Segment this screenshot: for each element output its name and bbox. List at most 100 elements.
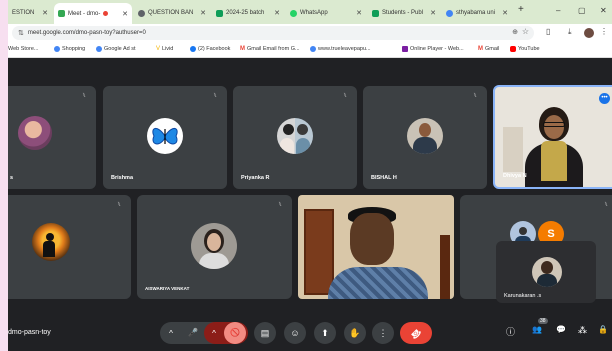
- tab-students[interactable]: Students - Publ ✕: [368, 4, 440, 22]
- participant-tile[interactable]: ⑊ s: [8, 86, 96, 189]
- participant-face: [350, 213, 394, 265]
- bookmarks-bar: Web Store... Shopping Google Ad st V Livi…: [8, 42, 612, 58]
- bookmark-item[interactable]: M Gmail: [478, 46, 499, 52]
- google-icon: [96, 46, 102, 52]
- participant-tile[interactable]: ⑊ Brishma: [103, 86, 227, 189]
- tab-question-bank[interactable]: QUESTION BAN ✕: [134, 4, 210, 22]
- tab-bar: ESTION ✕ Meet - dmo- ✕ QUESTION BAN ✕ 2024…: [8, 0, 612, 24]
- bookmark-label: Google Ad st: [104, 46, 136, 52]
- bookmark-item[interactable]: www.trueleavepapu...: [310, 46, 371, 52]
- profile-avatar[interactable]: [584, 28, 594, 38]
- maximize-button[interactable]: ▢: [578, 6, 586, 15]
- tab-label: QUESTION BAN: [148, 10, 194, 16]
- participant-tile[interactable]: ⑊: [8, 195, 131, 299]
- raise-hand-icon: ✋: [349, 327, 361, 338]
- participant-name: s: [10, 175, 14, 181]
- participant-tile-active-speaker[interactable]: ••• Dhivya N: [493, 85, 612, 189]
- tab-close-icon[interactable]: ✕: [274, 9, 280, 17]
- tab-label: WhatsApp: [300, 10, 328, 16]
- extensions-icon[interactable]: ⊕: [512, 28, 518, 36]
- tab-whatsapp[interactable]: WhatsApp ✕: [286, 4, 366, 22]
- activities-icon[interactable]: ⁂: [578, 325, 587, 336]
- bookmark-star-icon[interactable]: ☆: [522, 27, 529, 36]
- bookmark-item[interactable]: Online Player - Web...: [402, 46, 464, 52]
- mic-off-icon: ⑊: [278, 202, 282, 208]
- menu-icon[interactable]: ⋮: [600, 27, 608, 36]
- end-call-button[interactable]: ☎: [400, 322, 432, 344]
- meeting-info-icon[interactable]: ⓘ: [506, 325, 515, 338]
- bookmark-item[interactable]: YouTube: [510, 46, 540, 52]
- participant-name: Priyanka R: [241, 175, 270, 181]
- participant-count-badge: 38: [538, 318, 548, 324]
- globe-icon: [138, 9, 145, 17]
- tab-sathyabama[interactable]: sthyabama uni ✕: [442, 4, 512, 22]
- emoji-button[interactable]: ☺: [284, 322, 306, 344]
- participant-tile[interactable]: ⑊ BISHAL H: [363, 86, 487, 189]
- google-icon: [446, 9, 453, 17]
- present-icon: ⬆: [321, 327, 329, 338]
- butterfly-icon: [152, 128, 178, 145]
- tab-question[interactable]: ESTION ✕: [8, 4, 52, 22]
- url-field[interactable]: ⇅ meet.google.com/dmo-pasn-toy?authuser=…: [12, 26, 534, 40]
- chat-icon[interactable]: 💬: [556, 325, 566, 334]
- people-icon[interactable]: 👥: [532, 325, 542, 334]
- tab-close-icon[interactable]: ✕: [502, 9, 508, 17]
- whatsapp-icon: [290, 9, 297, 17]
- bookmark-label: Livid: [162, 46, 174, 52]
- address-bar: ⇅ meet.google.com/dmo-pasn-toy?authuser=…: [8, 24, 612, 42]
- close-button[interactable]: ✕: [600, 6, 607, 15]
- participant-name: AISWARIYA VENKAT: [145, 286, 190, 291]
- youtube-icon: [510, 46, 516, 52]
- google-icon: [310, 46, 316, 52]
- tab-close-icon[interactable]: ✕: [356, 9, 362, 17]
- microphone-icon[interactable]: 🎤: [182, 322, 204, 344]
- video-options-chevron-icon[interactable]: ^: [204, 329, 224, 338]
- more-options-button[interactable]: ⋮: [372, 322, 394, 344]
- participant-avatar: [191, 223, 237, 269]
- host-controls-lock-icon[interactable]: 🔒: [598, 325, 608, 334]
- bookmark-item[interactable]: Google Ad st: [96, 46, 136, 52]
- sidebar-icon[interactable]: ▯: [546, 27, 550, 36]
- google-icon: [54, 46, 60, 52]
- participant-shirt: [328, 267, 428, 299]
- tab-close-icon[interactable]: ✕: [200, 9, 206, 17]
- audio-options-chevron-icon[interactable]: ^: [160, 329, 182, 338]
- tab-close-icon[interactable]: ✕: [430, 9, 436, 17]
- bookmark-item[interactable]: (2) Facebook: [190, 46, 230, 52]
- tab-batch[interactable]: 2024-25 batch ✕: [212, 4, 284, 22]
- tab-label: 2024-25 batch: [226, 10, 265, 16]
- download-icon[interactable]: ⤓: [568, 27, 572, 37]
- door-background: [304, 209, 334, 295]
- self-view-tile[interactable]: Karunakaran .s: [496, 241, 596, 303]
- self-name: Karunakaran .s: [504, 293, 542, 299]
- camera-off-icon[interactable]: 🚫: [224, 322, 246, 344]
- captions-button[interactable]: ▤: [254, 322, 276, 344]
- participant-tile[interactable]: ⑊ Priyanka R: [233, 86, 357, 189]
- bookmark-label: YouTube: [518, 46, 540, 52]
- participant-face: [544, 115, 564, 139]
- site-info-icon[interactable]: ⇅: [18, 29, 24, 37]
- minimize-button[interactable]: –: [556, 6, 560, 15]
- tab-close-icon[interactable]: ✕: [122, 10, 128, 18]
- new-tab-button[interactable]: +: [518, 4, 524, 15]
- raise-hand-button[interactable]: ✋: [344, 322, 366, 344]
- sheets-icon: [372, 9, 379, 17]
- tab-close-icon[interactable]: ✕: [42, 9, 48, 17]
- tab-label: Meet - dmo-: [68, 10, 101, 17]
- tab-meet[interactable]: Meet - dmo- ✕: [54, 3, 132, 24]
- participant-tile-camera-on[interactable]: [298, 195, 454, 299]
- facebook-icon: [190, 46, 196, 52]
- bookmark-item[interactable]: V Livid: [156, 46, 173, 52]
- gmail-icon: M: [478, 46, 483, 52]
- url-text: meet.google.com/dmo-pasn-toy?authuser=0: [27, 30, 146, 36]
- bookmark-item[interactable]: M Gmail Email from G...: [240, 46, 300, 52]
- present-button[interactable]: ⬆: [314, 322, 336, 344]
- mic-off-icon: ⑊: [473, 93, 477, 99]
- end-call-icon: ☎: [408, 325, 424, 341]
- bookmark-item[interactable]: Web Store...: [8, 46, 38, 52]
- participant-name: BISHAL H: [371, 175, 397, 181]
- participant-tile[interactable]: ⑊ AISWARIYA VENKAT: [137, 195, 292, 299]
- bookmark-label: Gmail: [485, 46, 500, 52]
- participant-avatar: [18, 116, 52, 150]
- bookmark-item[interactable]: Shopping: [54, 46, 85, 52]
